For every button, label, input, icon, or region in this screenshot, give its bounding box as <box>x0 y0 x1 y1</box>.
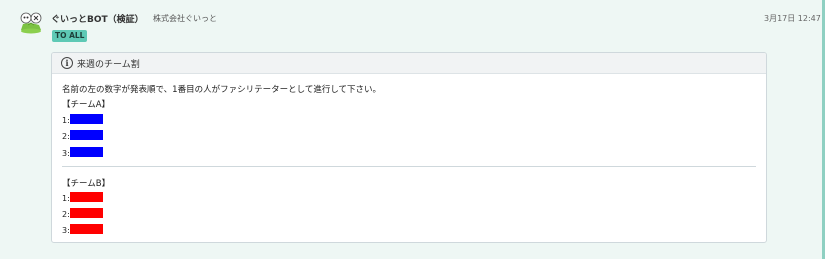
team-divider <box>62 166 756 167</box>
team-a-entry-2-number: 2: <box>62 132 70 141</box>
team-a-entry-3-redacted <box>70 147 103 157</box>
message-timestamp: 3月17日 12:47 <box>764 14 821 23</box>
team-b-entry-1-redacted <box>70 192 103 202</box>
to-all-badge: TO ALL <box>52 30 88 42</box>
team-a-entry-3-number: 3: <box>62 149 70 158</box>
bot-avatar-icon <box>20 12 42 34</box>
company-name: 株式会社ぐいっと <box>153 14 217 23</box>
instruction-text: 名前の左の数字が発表順で、1番目の人がファシリテーターとして進行して下さい。 <box>62 85 382 95</box>
team-b-entry-2-redacted <box>70 208 103 218</box>
team-a-entry-1-number: 1: <box>62 116 70 125</box>
card-title: 来週のチーム割 <box>77 59 140 70</box>
card-header: i 来週のチーム割 <box>52 53 766 74</box>
info-icon: i <box>61 57 73 69</box>
sender-name[interactable]: ぐいっとBOT（検証） <box>51 12 144 25</box>
team-b-entry-3-redacted <box>70 224 103 234</box>
info-card: i 来週のチーム割 名前の左の数字が発表順で、1番目の人がファシリテーターとして… <box>51 52 767 243</box>
team-b-entry-2-number: 2: <box>62 210 70 219</box>
team-a-label: 【チームA】 <box>62 100 111 110</box>
team-b-entry-3-number: 3: <box>62 226 70 235</box>
team-a-entry-1-redacted <box>70 114 103 124</box>
team-a-entry-2-redacted <box>70 130 103 140</box>
team-b-label: 【チームB】 <box>62 179 111 189</box>
team-b-entry-1-number: 1: <box>62 194 70 203</box>
